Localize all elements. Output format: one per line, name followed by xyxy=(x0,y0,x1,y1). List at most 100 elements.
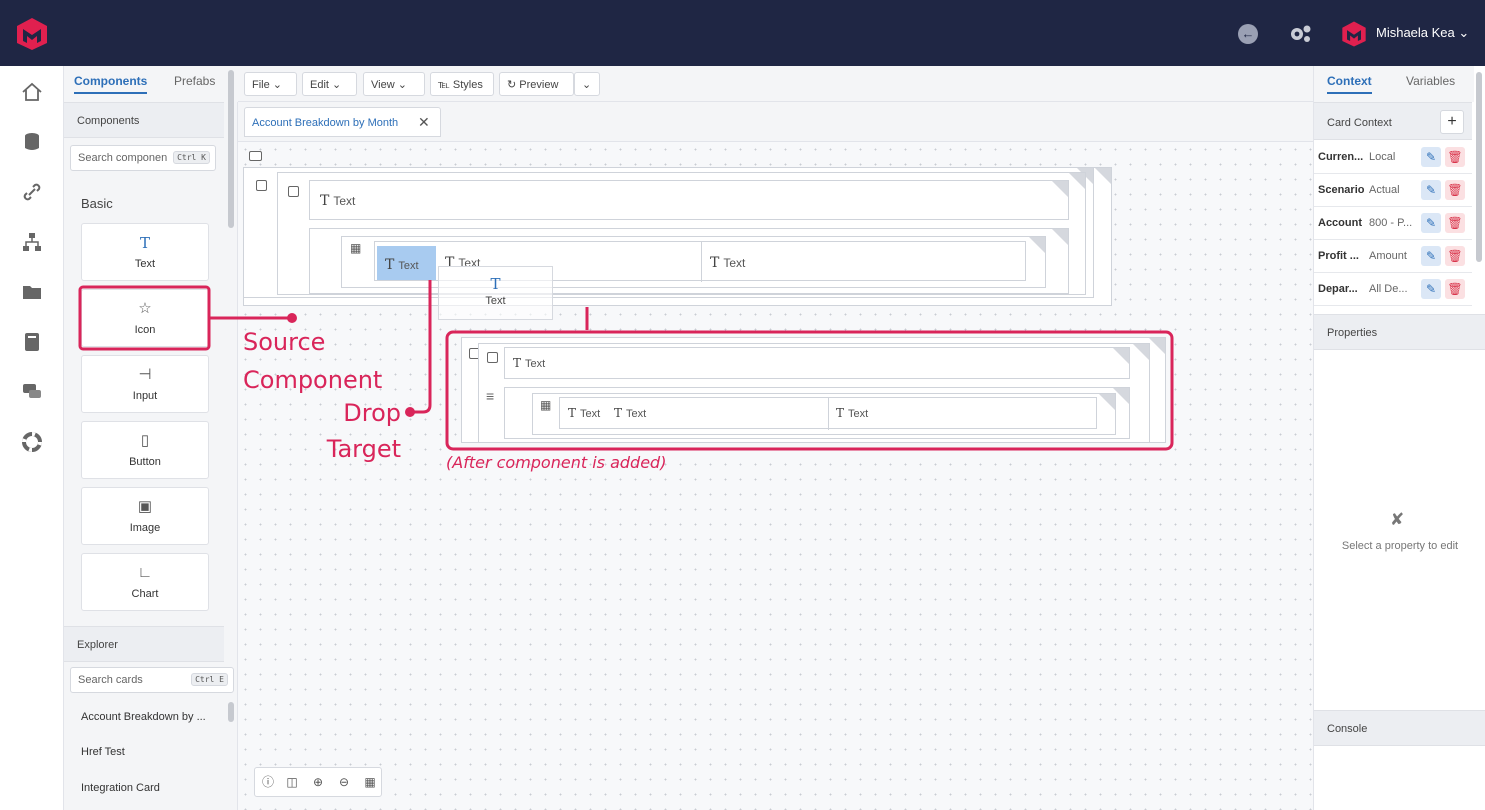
text-component: T Text xyxy=(385,257,419,273)
text-component: T Text xyxy=(568,406,600,420)
lifebuoy-icon[interactable] xyxy=(20,430,44,454)
edit-menu-button[interactable]: Edit ⌄ xyxy=(302,72,357,96)
component-input[interactable]: ⊣ Input xyxy=(81,355,209,413)
explorer-scrollbar[interactable] xyxy=(228,702,234,722)
pencil-icon[interactable]: ✎ xyxy=(1421,279,1441,299)
chat-icon[interactable] xyxy=(20,380,44,404)
help-icon[interactable]: ⓘ xyxy=(260,774,276,790)
trash-icon[interactable]: 🗑 xyxy=(1445,213,1465,233)
pencil-icon[interactable]: ✎ xyxy=(1421,246,1441,266)
component-image[interactable]: ▣ Image xyxy=(81,487,209,545)
right-panel-tabs: Context Variables xyxy=(1314,66,1474,102)
after-preview: ≡ T Text ▦ T Text T Text T Text xyxy=(454,337,1168,447)
link-icon[interactable] xyxy=(20,180,44,204)
text-icon: T xyxy=(490,275,501,293)
component-search-input[interactable]: Search componen Ctrl K xyxy=(70,145,216,171)
app-logo[interactable] xyxy=(14,16,50,52)
explorer-item[interactable]: Account Breakdown by ... xyxy=(81,711,206,723)
file-menu-button[interactable]: File ⌄ xyxy=(244,72,297,96)
explorer-item[interactable]: Href Test xyxy=(81,746,125,758)
top-bar: ← Mishaela Kea ⌄ xyxy=(0,0,1485,66)
styles-button[interactable]: ℡ Styles xyxy=(430,72,494,96)
component-search-placeholder: Search componen xyxy=(78,152,168,164)
explorer-section-header: Explorer xyxy=(64,626,224,662)
components-scrollbar[interactable] xyxy=(228,70,234,228)
text-component: T Text xyxy=(614,406,646,420)
trash-icon[interactable]: 🗑 xyxy=(1445,147,1465,167)
preview-dropdown-button[interactable]: ⌄ xyxy=(574,72,600,96)
text-label: Text xyxy=(580,408,601,420)
annotation-drop-target: Drop Target xyxy=(306,395,401,467)
context-row[interactable]: Scenario Actual ✎ 🗑 xyxy=(1314,174,1472,207)
component-button[interactable]: ▯ Button xyxy=(81,421,209,479)
input-icon: ⊣ xyxy=(138,366,152,383)
settings-gear-icon[interactable] xyxy=(1286,22,1314,46)
pencil-icon[interactable]: ✎ xyxy=(1421,213,1441,233)
fit-screen-icon[interactable]: ▦ xyxy=(362,774,378,790)
book-icon[interactable] xyxy=(20,330,44,354)
context-row[interactable]: Curren... Local ✎ 🗑 xyxy=(1314,141,1472,174)
select-checkbox[interactable] xyxy=(288,186,299,197)
component-chart[interactable]: ∟ Chart xyxy=(81,553,209,611)
text-label: Text xyxy=(626,408,647,420)
add-context-button[interactable]: + xyxy=(1440,110,1464,134)
trash-icon[interactable]: 🗑 xyxy=(1445,180,1465,200)
pencil-icon[interactable]: ✎ xyxy=(1421,180,1441,200)
context-row[interactable]: Account 800 - P... ✎ 🗑 xyxy=(1314,207,1472,240)
properties-header: Properties xyxy=(1314,314,1485,350)
preview-button[interactable]: ↻ Preview xyxy=(499,72,574,96)
home-icon[interactable] xyxy=(20,80,44,104)
view-menu-button[interactable]: View ⌄ xyxy=(363,72,425,96)
close-icon[interactable]: ✕ xyxy=(418,114,430,131)
trash-icon[interactable]: 🗑 xyxy=(1445,246,1465,266)
design-canvas[interactable]: ≡ TText ▦ TText TText TText T Text ≡ TTe… xyxy=(238,142,1313,810)
select-checkbox[interactable] xyxy=(256,180,267,191)
console-header: Console xyxy=(1314,710,1485,746)
zoom-in-icon[interactable]: ⊕ xyxy=(310,774,326,790)
user-menu[interactable]: Mishaela Kea ⌄ xyxy=(1376,25,1469,41)
context-row[interactable]: Profit ... Amount ✎ 🗑 xyxy=(1314,240,1472,273)
text-icon: T xyxy=(139,234,150,252)
hierarchy-icon[interactable] xyxy=(20,230,44,254)
magic-wand-icon: ✘ xyxy=(1390,510,1405,529)
database-icon[interactable] xyxy=(20,130,44,154)
annotation-drop-text: Drop Target xyxy=(326,399,401,463)
explorer-item[interactable]: Integration Card xyxy=(81,782,160,794)
left-panel-tabs: Components Prefabs xyxy=(64,66,238,102)
components-section-header: Components xyxy=(64,102,224,138)
text-icon: T xyxy=(568,406,577,420)
zoom-out-icon[interactable]: ⊖ xyxy=(336,774,352,790)
text-component-row1[interactable]: T Text xyxy=(309,180,1069,220)
annotation-source-component: Source Component xyxy=(243,323,382,399)
pencil-icon[interactable]: ✎ xyxy=(1421,147,1441,167)
user-avatar[interactable] xyxy=(1340,20,1368,48)
folder-icon[interactable] xyxy=(20,280,44,304)
component-icon[interactable]: ☆ Icon xyxy=(81,289,209,347)
tab-context[interactable]: Context xyxy=(1327,74,1372,94)
trash-icon[interactable]: 🗑 xyxy=(1445,279,1465,299)
card-search-input[interactable]: Search cards Ctrl E xyxy=(70,667,234,693)
tab-variables[interactable]: Variables xyxy=(1406,74,1455,88)
column-divider xyxy=(701,242,702,282)
mouse-icon: ▯ xyxy=(140,432,150,449)
tab-prefabs[interactable]: Prefabs xyxy=(174,74,215,88)
group-label-basic: Basic xyxy=(81,196,113,211)
context-row[interactable]: Depar... All De... ✎ 🗑 xyxy=(1314,273,1472,306)
annotation-source-text: Source Component xyxy=(243,328,383,394)
component-text[interactable]: T Text xyxy=(81,223,209,281)
tab-account-breakdown[interactable]: Account Breakdown by Month ✕ xyxy=(244,107,441,137)
context-key: Profit ... xyxy=(1318,250,1359,262)
zoom-toolbar: ⓘ ◫ ⊕ ⊖ ▦ xyxy=(254,767,382,797)
text-icon: T xyxy=(320,193,330,209)
component-label: Button xyxy=(129,456,161,468)
back-arrow-icon[interactable]: ← xyxy=(1238,24,1258,44)
component-label: Image xyxy=(129,522,161,534)
context-scrollbar[interactable] xyxy=(1476,72,1482,262)
text-label: Text xyxy=(333,194,356,208)
context-key: Curren... xyxy=(1318,151,1364,163)
corner-marker xyxy=(1095,168,1111,184)
panel-toggle-icon[interactable]: ◫ xyxy=(284,774,300,790)
tab-components[interactable]: Components xyxy=(74,74,148,94)
image-icon: ▣ xyxy=(137,498,153,515)
drop-highlight: T Text xyxy=(377,246,436,280)
